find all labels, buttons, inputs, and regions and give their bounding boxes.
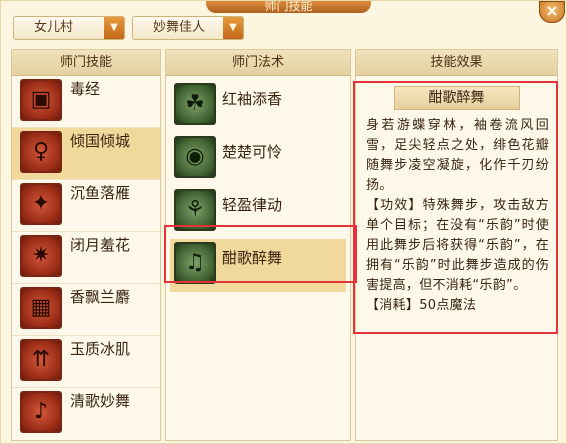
- fragrance-icon: ▦: [20, 287, 62, 329]
- skill-item[interactable]: ▦ 香飘兰麝: [12, 284, 160, 336]
- poison-sutra-icon: ▣: [20, 79, 62, 121]
- skill-label: 沉鱼落雁: [70, 184, 131, 202]
- effect-panel-header: 技能效果: [356, 50, 557, 76]
- career-dropdown-value: 妙舞佳人: [153, 20, 206, 35]
- skill-item[interactable]: ♪ 清歌妙舞: [12, 388, 160, 439]
- window-title: 师门技能: [206, 1, 371, 13]
- school-dropdown[interactable]: 女儿村 ▼: [13, 16, 125, 40]
- chevron-down-icon: ▼: [223, 17, 243, 39]
- fish-goose-icon: ✦: [20, 183, 62, 225]
- skills-list: ▣ 毒经 ♀ 倾国倾城 ✦ 沉鱼落雁 ✷ 闭月羞花 ▦ 香飘兰麝 ⇈ 玉质冰肌: [12, 76, 160, 439]
- spell-label: 轻盈律动: [222, 196, 283, 214]
- close-icon: ×: [545, 1, 559, 20]
- skill-window: 师门技能 × 女儿村 ▼ 妙舞佳人 ▼ 师门技能 ▣ 毒经 ♀ 倾国倾城 ✦ 沉…: [0, 0, 567, 444]
- chevron-down-icon: ▼: [104, 17, 124, 39]
- effect-highlight: [353, 81, 558, 334]
- skill-item[interactable]: ⇈ 玉质冰肌: [12, 336, 160, 388]
- skills-panel: 师门技能 ▣ 毒经 ♀ 倾国倾城 ✦ 沉鱼落雁 ✷ 闭月羞花 ▦ 香飘兰麝 ⇈ …: [11, 49, 161, 441]
- skill-item[interactable]: ✷ 闭月羞花: [12, 232, 160, 284]
- spell-item[interactable]: ◉ 楚楚可怜: [166, 133, 350, 186]
- pitiful-eye-icon: ◉: [174, 136, 216, 178]
- spell-label: 红袖添香: [222, 90, 283, 108]
- skill-label: 香飘兰麝: [70, 288, 131, 306]
- selected-spell-highlight: [164, 225, 357, 283]
- skill-label: 清歌妙舞: [70, 392, 131, 410]
- skill-label: 毒经: [70, 80, 101, 98]
- close-button[interactable]: ×: [539, 1, 565, 23]
- jade-ice-icon: ⇈: [20, 339, 62, 381]
- spell-label: 楚楚可怜: [222, 143, 283, 161]
- skill-label: 倾国倾城: [70, 132, 131, 150]
- skills-panel-header: 师门技能: [12, 50, 160, 76]
- career-dropdown[interactable]: 妙舞佳人 ▼: [132, 16, 244, 40]
- skill-item[interactable]: ▣ 毒经: [12, 76, 160, 128]
- spells-panel-header: 师门法术: [166, 50, 350, 76]
- skill-item[interactable]: ✦ 沉鱼落雁: [12, 180, 160, 232]
- skill-item[interactable]: ♀ 倾国倾城: [12, 128, 160, 180]
- song-dance-icon: ♪: [20, 391, 62, 433]
- school-dropdown-value: 女儿村: [34, 20, 74, 35]
- moon-flower-icon: ✷: [20, 235, 62, 277]
- skill-label: 玉质冰肌: [70, 340, 131, 358]
- red-sleeve-icon: ☘: [174, 83, 216, 125]
- skill-label: 闭月羞花: [70, 236, 131, 254]
- spell-item[interactable]: ☘ 红袖添香: [166, 80, 350, 133]
- beauty-icon: ♀: [20, 131, 62, 173]
